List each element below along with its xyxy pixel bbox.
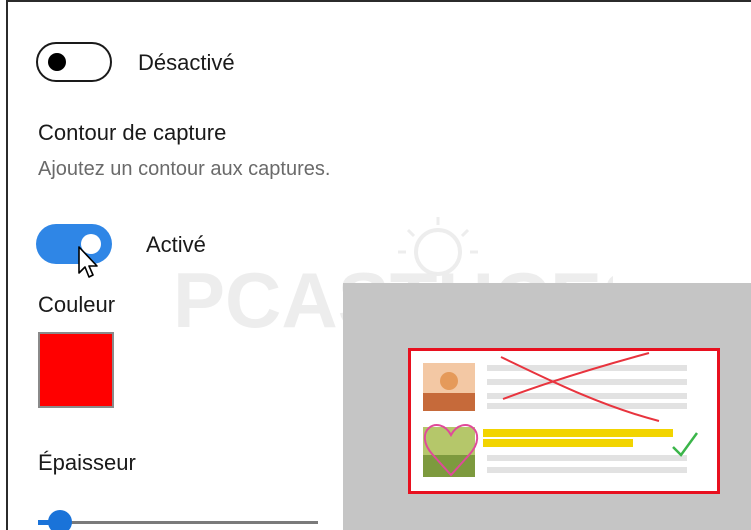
- capture-outline-description: Ajoutez un contour aux captures.: [38, 158, 331, 180]
- color-label: Couleur: [38, 292, 116, 317]
- landscape-thumbnail-icon: [423, 424, 479, 477]
- color-swatch-button[interactable]: [38, 332, 114, 408]
- preview-illustration: [423, 352, 699, 477]
- previous-setting-toggle[interactable]: [36, 42, 112, 82]
- image-thumbnail-icon: [423, 363, 475, 411]
- preview-card-outlined: [408, 348, 720, 494]
- highlighter-strokes: [483, 429, 673, 447]
- check-icon: [672, 432, 699, 457]
- ink-cross-annotation: [500, 352, 660, 422]
- toggle-knob: [48, 53, 66, 71]
- previous-setting-state-label: Désactivé: [138, 50, 235, 75]
- thickness-label: Épaisseur: [38, 450, 136, 475]
- thickness-slider-track[interactable]: [38, 521, 318, 524]
- mouse-pointer-icon: [78, 246, 98, 278]
- capture-outline-title: Contour de capture: [38, 120, 227, 145]
- thickness-slider-thumb[interactable]: [48, 510, 73, 530]
